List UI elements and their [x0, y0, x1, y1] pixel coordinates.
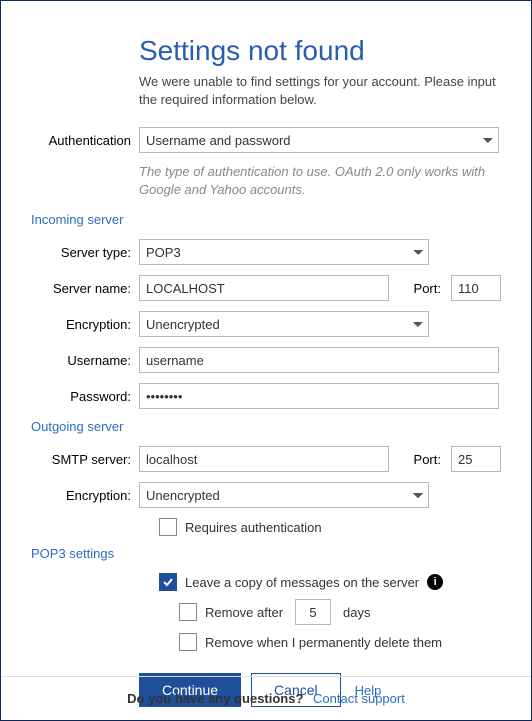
username-input[interactable]	[139, 347, 499, 373]
incoming-header: Incoming server	[31, 212, 501, 227]
username-label: Username:	[31, 353, 139, 368]
contact-support-link[interactable]: Contact support	[313, 691, 405, 706]
incoming-encryption-label: Encryption:	[31, 317, 139, 332]
remove-after-suffix: days	[343, 605, 370, 620]
outgoing-port-input[interactable]	[451, 446, 501, 472]
requires-auth-checkbox[interactable]	[159, 518, 177, 536]
outgoing-encryption-select[interactable]: Unencrypted	[139, 482, 429, 508]
incoming-port-input[interactable]	[451, 275, 501, 301]
smtp-label: SMTP server:	[31, 452, 139, 467]
remove-perm-label: Remove when I permanently delete them	[205, 635, 442, 650]
incoming-port-label: Port:	[414, 281, 441, 296]
password-input[interactable]	[139, 383, 499, 409]
outgoing-encryption-label: Encryption:	[31, 488, 139, 503]
incoming-encryption-select[interactable]: Unencrypted	[139, 311, 429, 337]
outgoing-port-label: Port:	[414, 452, 441, 467]
server-name-label: Server name:	[31, 281, 139, 296]
page-title: Settings not found	[139, 35, 501, 67]
remove-after-checkbox[interactable]	[179, 603, 197, 621]
server-type-label: Server type:	[31, 245, 139, 260]
intro-text: We were unable to find settings for your…	[139, 73, 501, 109]
remove-after-days-input[interactable]	[295, 599, 331, 625]
footer-question: Do you have any questions?	[127, 691, 303, 706]
auth-label: Authentication	[31, 133, 139, 148]
password-label: Password:	[31, 389, 139, 404]
remove-after-prefix: Remove after	[205, 605, 283, 620]
auth-helper: The type of authentication to use. OAuth…	[139, 163, 501, 198]
leave-copy-label: Leave a copy of messages on the server	[185, 575, 419, 590]
leave-copy-checkbox[interactable]	[159, 573, 177, 591]
remove-perm-checkbox[interactable]	[179, 633, 197, 651]
server-type-select[interactable]: POP3	[139, 239, 429, 265]
info-icon[interactable]: i	[427, 574, 443, 590]
server-name-input[interactable]	[139, 275, 389, 301]
smtp-input[interactable]	[139, 446, 389, 472]
requires-auth-label: Requires authentication	[185, 520, 322, 535]
pop3-header: POP3 settings	[31, 546, 501, 561]
outgoing-header: Outgoing server	[31, 419, 501, 434]
auth-select[interactable]: Username and password	[139, 127, 499, 153]
footer: Do you have any questions? Contact suppo…	[1, 676, 531, 720]
